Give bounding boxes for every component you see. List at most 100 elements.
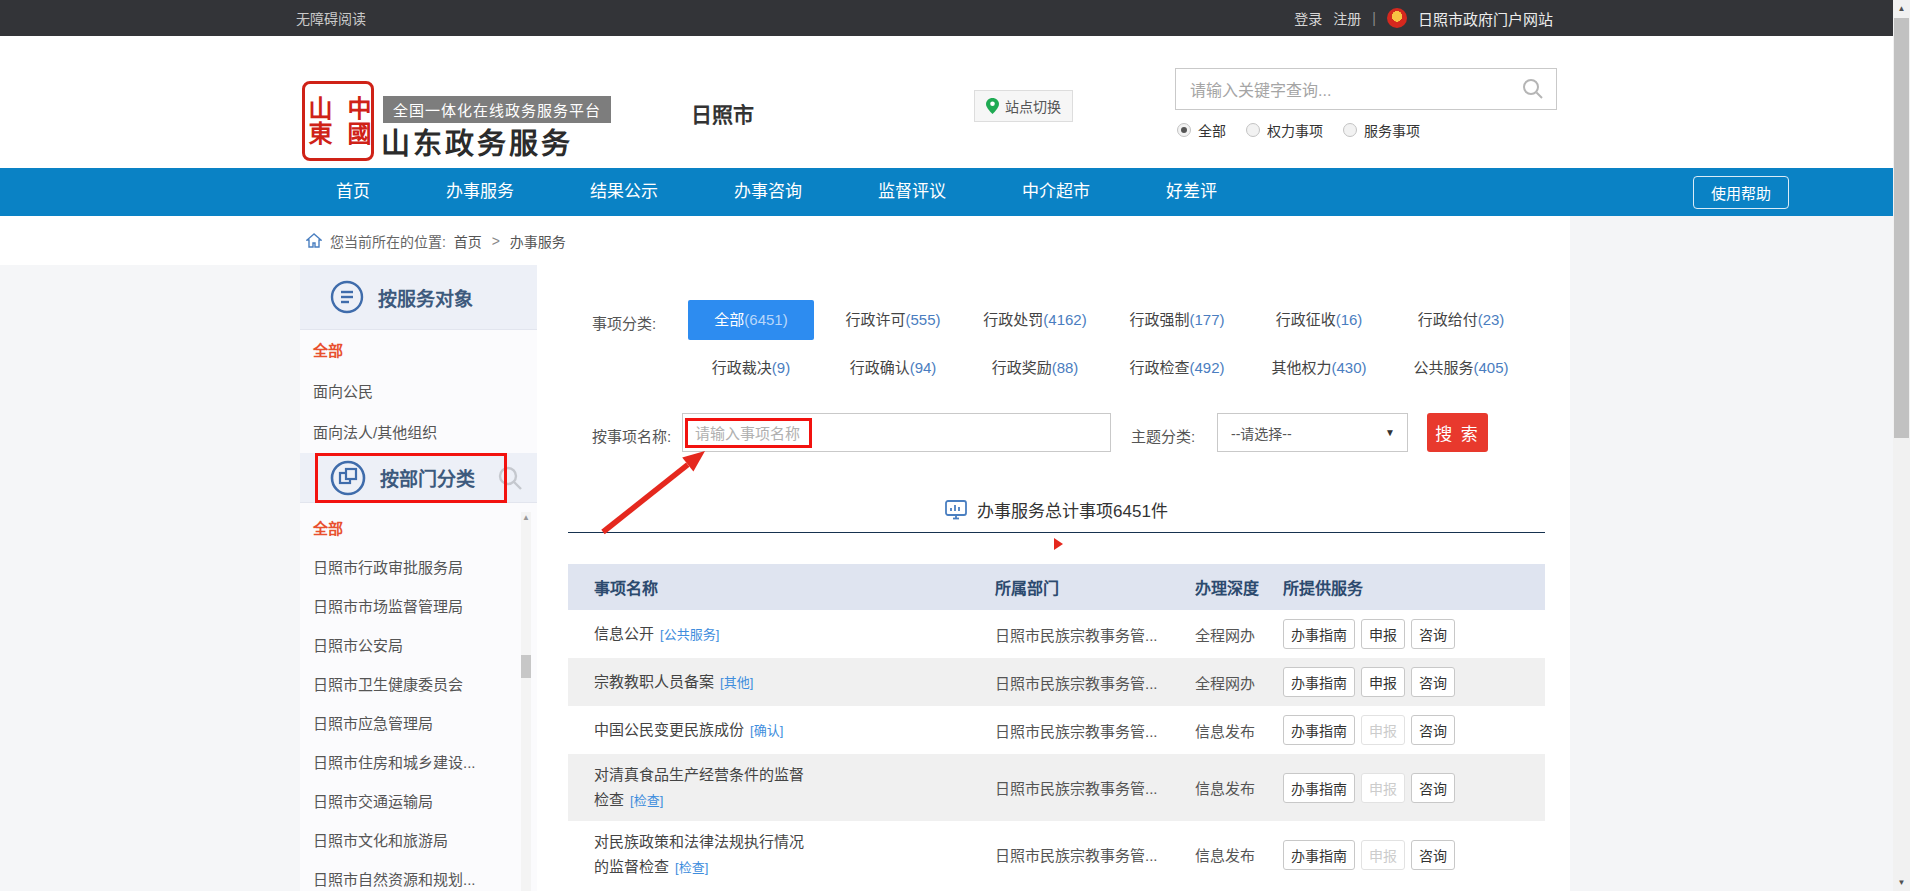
portal-site-link[interactable]: 日照市政府门户网站 xyxy=(1418,8,1553,29)
table-header: 事项名称 所属部门 办理深度 所提供服务 xyxy=(568,564,1545,610)
sidebar-scrollbar-thumb[interactable] xyxy=(521,655,531,678)
separator: | xyxy=(1372,10,1376,26)
category-tab[interactable]: 行政强制(177) xyxy=(1106,300,1248,340)
row-action-button[interactable]: 办事指南 xyxy=(1283,667,1355,697)
row-action-button[interactable]: 咨询 xyxy=(1411,773,1455,803)
name-filter-label: 按事项名称: xyxy=(592,425,671,446)
nav-item[interactable]: 好差评 xyxy=(1128,168,1255,216)
site-switch-button[interactable]: 站点切换 xyxy=(974,90,1073,122)
row-action-button[interactable]: 咨询 xyxy=(1411,667,1455,697)
row-action-button[interactable]: 办事指南 xyxy=(1283,773,1355,803)
row-action-button[interactable]: 办事指南 xyxy=(1283,715,1355,745)
sidebar-scrollbar-up-arrow[interactable]: ▲ xyxy=(521,512,531,524)
item-category-tag[interactable]: [检查] xyxy=(675,860,708,875)
sidebar-department-item[interactable]: 日照市文化和旅游局 xyxy=(300,821,537,860)
sidebar-item[interactable]: 面向法人/其他组织 xyxy=(300,412,537,453)
row-action-button[interactable]: 申报 xyxy=(1361,773,1405,803)
item-name-link[interactable]: 中国公民变更民族成份 xyxy=(594,721,744,738)
item-depth: 全程网办 xyxy=(1195,672,1283,693)
chevron-down-icon: ▼ xyxy=(1385,427,1395,438)
nav-item[interactable]: 办事咨询 xyxy=(696,168,840,216)
sidebar-item[interactable]: 面向公民 xyxy=(300,371,537,412)
category-tab[interactable]: 全部(6451) xyxy=(688,300,814,340)
keyword-search-input[interactable]: 请输入关键字查询... xyxy=(1175,68,1557,110)
item-name-link[interactable]: 宗教教职人员备案 xyxy=(594,673,714,690)
row-action-button[interactable]: 申报 xyxy=(1361,667,1405,697)
nav-item[interactable]: 首页 xyxy=(298,168,408,216)
login-link[interactable]: 登录 xyxy=(1294,8,1322,28)
search-icon[interactable] xyxy=(1522,78,1544,100)
item-depth: 信息发布 xyxy=(1195,844,1283,865)
page-scrollbar[interactable]: ▲ ▼ xyxy=(1893,0,1910,891)
help-button[interactable]: 使用帮助 xyxy=(1693,176,1789,209)
row-action-button[interactable]: 办事指南 xyxy=(1283,619,1355,649)
scrollbar-up-arrow[interactable]: ▲ xyxy=(1893,0,1910,17)
sidebar-department-item[interactable]: 日照市交通运输局 xyxy=(300,782,537,821)
category-tab[interactable]: 行政征收(16) xyxy=(1248,300,1390,340)
row-action-button[interactable]: 申报 xyxy=(1361,840,1405,870)
sidebar-scrollbar-track[interactable] xyxy=(521,512,531,891)
category-tab[interactable]: 其他权力(430) xyxy=(1248,348,1390,388)
category-tab[interactable]: 行政裁决(9) xyxy=(680,348,822,388)
category-tab[interactable]: 公共服务(405) xyxy=(1390,348,1532,388)
sidebar-department-item[interactable]: 日照市应急管理局 xyxy=(300,704,537,743)
radio-option[interactable]: 服务事项 xyxy=(1343,120,1420,140)
search-button[interactable]: 搜 索 xyxy=(1427,413,1488,452)
category-tab[interactable]: 行政许可(555) xyxy=(822,300,964,340)
item-category-tag[interactable]: [确认] xyxy=(750,723,783,738)
sidebar-department-item[interactable]: 日照市公安局 xyxy=(300,626,537,665)
item-name-link[interactable]: 对清真食品生产经营条件的监督检查 xyxy=(594,766,804,808)
item-department: 日照市民族宗教事务管... xyxy=(995,624,1195,645)
category-tab[interactable]: 行政检查(492) xyxy=(1106,348,1248,388)
nav-item[interactable]: 办事服务 xyxy=(408,168,552,216)
table-row: 对清真食品生产经营条件的监督检查[检查] 日照市民族宗教事务管... 信息发布 … xyxy=(568,754,1545,821)
topic-select[interactable]: --请选择-- ▼ xyxy=(1217,413,1408,452)
services-table: 事项名称 所属部门 办理深度 所提供服务 信息公开 [公共服务] 日照市民族宗教事… xyxy=(568,564,1545,888)
item-depth: 全程网办 xyxy=(1195,624,1283,645)
radio-dot[interactable] xyxy=(1343,123,1357,137)
breadcrumb-home[interactable]: 首页 xyxy=(454,231,482,251)
sidebar-department-item[interactable]: 全部 xyxy=(300,509,537,548)
row-action-button[interactable]: 办事指南 xyxy=(1283,840,1355,870)
category-tab[interactable]: 行政处罚(4162) xyxy=(964,300,1106,340)
accessibility-link[interactable]: 无障碍阅读 xyxy=(296,8,366,28)
row-action-button[interactable]: 咨询 xyxy=(1411,715,1455,745)
radio-option[interactable]: 权力事项 xyxy=(1246,120,1323,140)
row-action-button[interactable]: 咨询 xyxy=(1411,840,1455,870)
breadcrumb-current: 办事服务 xyxy=(510,231,566,251)
main-content: 事项分类: 全部(6451)行政许可(555)行政处罚(4162)行政强制(17… xyxy=(537,265,1570,891)
platform-label: 全国一体化在线政务服务平台 xyxy=(383,96,611,123)
home-icon xyxy=(306,233,322,248)
nav-item[interactable]: 结果公示 xyxy=(552,168,696,216)
nav-item[interactable]: 中介超市 xyxy=(984,168,1128,216)
row-action-button[interactable]: 咨询 xyxy=(1411,619,1455,649)
location-pin-icon xyxy=(986,98,999,114)
register-link[interactable]: 注册 xyxy=(1333,8,1361,28)
item-depth: 信息发布 xyxy=(1195,720,1283,741)
sidebar-item[interactable]: 全部 xyxy=(300,330,537,371)
scrollbar-thumb[interactable] xyxy=(1894,18,1909,438)
sidebar-department-item[interactable]: 日照市行政审批服务局 xyxy=(300,548,537,587)
sidebar-department-item[interactable]: 日照市卫生健康委员会 xyxy=(300,665,537,704)
scrollbar-down-arrow[interactable]: ▼ xyxy=(1893,874,1910,891)
sidebar-department-item[interactable]: 日照市住房和城乡建设... xyxy=(300,743,537,782)
radio-option[interactable]: 全部 xyxy=(1177,120,1226,140)
item-category-tag[interactable]: [检查] xyxy=(630,793,663,808)
radio-dot[interactable] xyxy=(1246,123,1260,137)
category-tab[interactable]: 行政给付(23) xyxy=(1390,300,1532,340)
radio-dot[interactable] xyxy=(1177,123,1191,137)
item-depth: 信息发布 xyxy=(1195,777,1283,798)
sidebar-section-service-target: 按服务对象 xyxy=(300,265,537,330)
item-category-tag[interactable]: [其他] xyxy=(720,675,753,690)
nav-item[interactable]: 监督评议 xyxy=(840,168,984,216)
row-action-button[interactable]: 申报 xyxy=(1361,715,1405,745)
row-action-button[interactable]: 申报 xyxy=(1361,619,1405,649)
sidebar-department-item[interactable]: 日照市市场监督管理局 xyxy=(300,587,537,626)
sidebar-department-item[interactable]: 日照市自然资源和规划... xyxy=(300,860,537,891)
table-body: 信息公开[公共服务] 日照市民族宗教事务管... 全程网办 办事指南申报咨询 宗… xyxy=(568,610,1545,888)
category-tab[interactable]: 行政确认(94) xyxy=(822,348,964,388)
item-name-link[interactable]: 信息公开 xyxy=(594,625,654,642)
category-tab[interactable]: 行政奖励(88) xyxy=(964,348,1106,388)
item-category-tag[interactable]: [公共服务] xyxy=(660,627,719,642)
item-department: 日照市民族宗教事务管... xyxy=(995,672,1195,693)
